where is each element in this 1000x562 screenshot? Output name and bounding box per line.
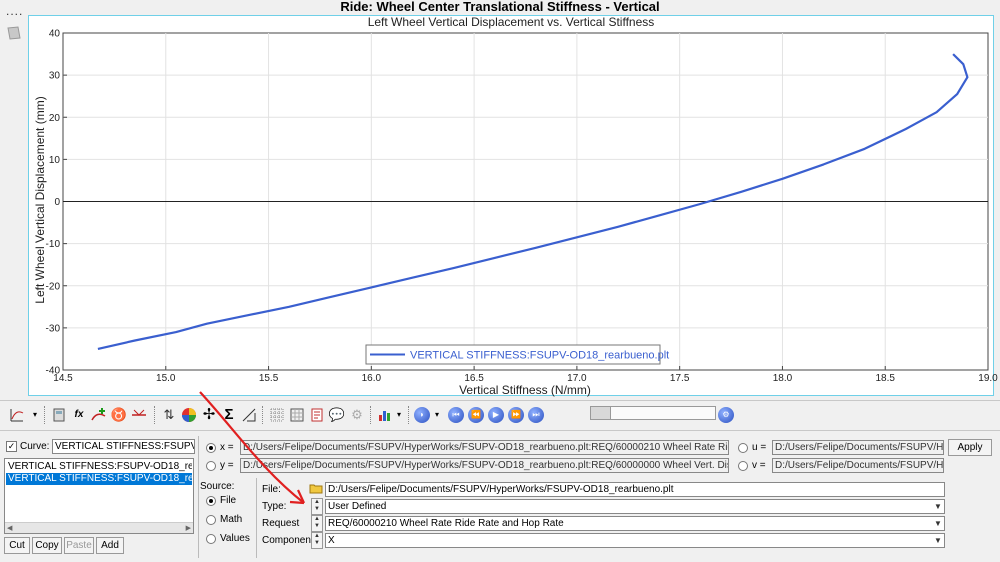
annotation-arrow xyxy=(199,391,305,505)
